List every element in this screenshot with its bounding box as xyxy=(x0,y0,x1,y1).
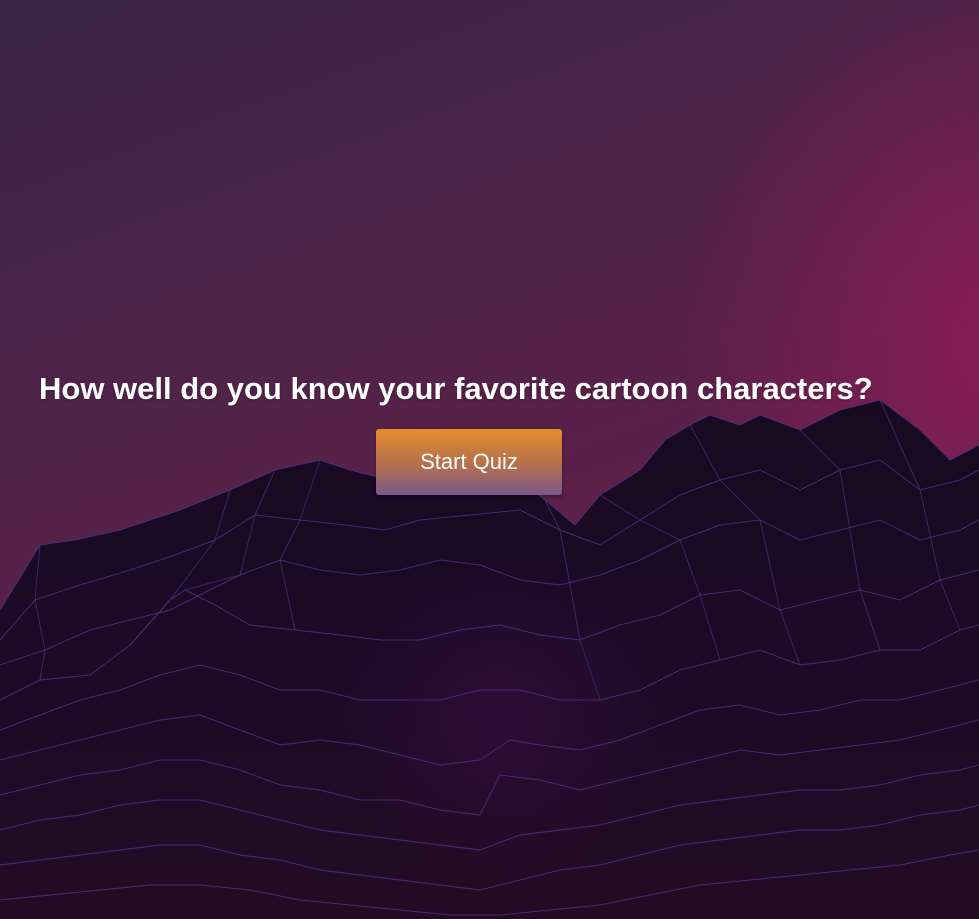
quiz-headline: How well do you know your favorite carto… xyxy=(39,371,873,406)
start-quiz-button[interactable]: Start Quiz xyxy=(376,429,562,495)
